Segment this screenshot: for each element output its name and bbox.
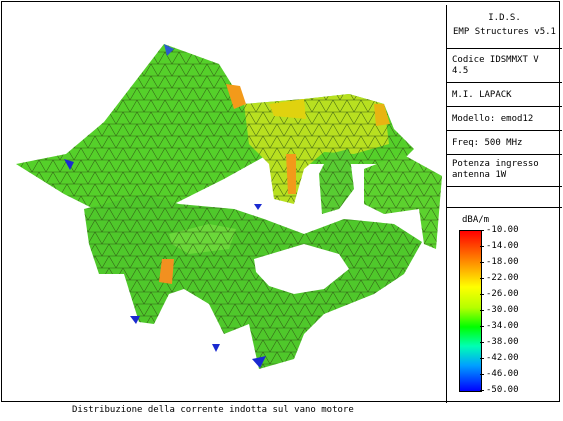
colorbar-tick <box>480 390 484 391</box>
colorbar-label: -14.00 <box>486 241 519 251</box>
colorbar-label: -30.00 <box>486 305 519 315</box>
colorbar-label: -26.00 <box>486 289 519 299</box>
colorbar-tick <box>480 342 484 343</box>
colorbar-label: -22.00 <box>486 273 519 283</box>
freq-label: Freq: 500 MHz <box>452 138 523 148</box>
colorbar-label: -34.00 <box>486 321 519 331</box>
colorbar-tick <box>480 262 484 263</box>
colorbar-label: -18.00 <box>486 257 519 267</box>
mesh-front-chassis <box>84 194 422 369</box>
colorbar-tick <box>480 310 484 311</box>
colorbar-label: -42.00 <box>486 353 519 363</box>
solver-label: M.I. LAPACK <box>452 90 512 100</box>
colorbar-label: -38.00 <box>486 337 519 347</box>
model-cell: Modello: emod12 <box>447 107 562 131</box>
colorbar-tick <box>480 374 484 375</box>
header-line2: EMP Structures v5.1 <box>453 27 556 37</box>
header-block: I.D.S. EMP Structures v5.1 <box>447 5 562 49</box>
code-label: Codice IDSMMXT V 4.5 <box>452 55 539 76</box>
header-line1: I.D.S. <box>488 13 521 23</box>
colorbar-tick <box>480 278 484 279</box>
colorbar-label: -10.00 <box>486 225 519 235</box>
colorbar-tick <box>480 294 484 295</box>
colorbar-label: -50.00 <box>486 385 519 395</box>
colorbar-gradient <box>459 230 482 392</box>
plot-frame: I.D.S. EMP Structures v5.1 Codice IDSMMX… <box>1 1 562 403</box>
colorbar-label: -46.00 <box>486 369 519 379</box>
colorbar-tick <box>480 230 484 231</box>
power-label: Potenza ingresso antenna 1W <box>452 159 539 180</box>
freq-cell: Freq: 500 MHz <box>447 131 562 155</box>
colorbar: dBA/m -10.00 -14.00 -18.00 -22.00 -26.00 -30.… <box>447 208 562 403</box>
model-label: Modello: emod12 <box>452 114 534 124</box>
colorbar-tick <box>480 326 484 327</box>
power-cell: Potenza ingresso antenna 1W <box>447 155 562 187</box>
colorbar-tick <box>480 358 484 359</box>
mesh-viewport[interactable] <box>4 4 445 402</box>
colorbar-tick <box>480 246 484 247</box>
info-panel: I.D.S. EMP Structures v5.1 Codice IDSMMX… <box>446 5 562 403</box>
code-cell: Codice IDSMMXT V 4.5 <box>447 49 562 83</box>
solver-cell: M.I. LAPACK <box>447 83 562 107</box>
caption: Distribuzione della corrente indotta sul… <box>72 405 354 415</box>
mesh-render <box>16 44 442 369</box>
empty-cell <box>447 187 562 208</box>
